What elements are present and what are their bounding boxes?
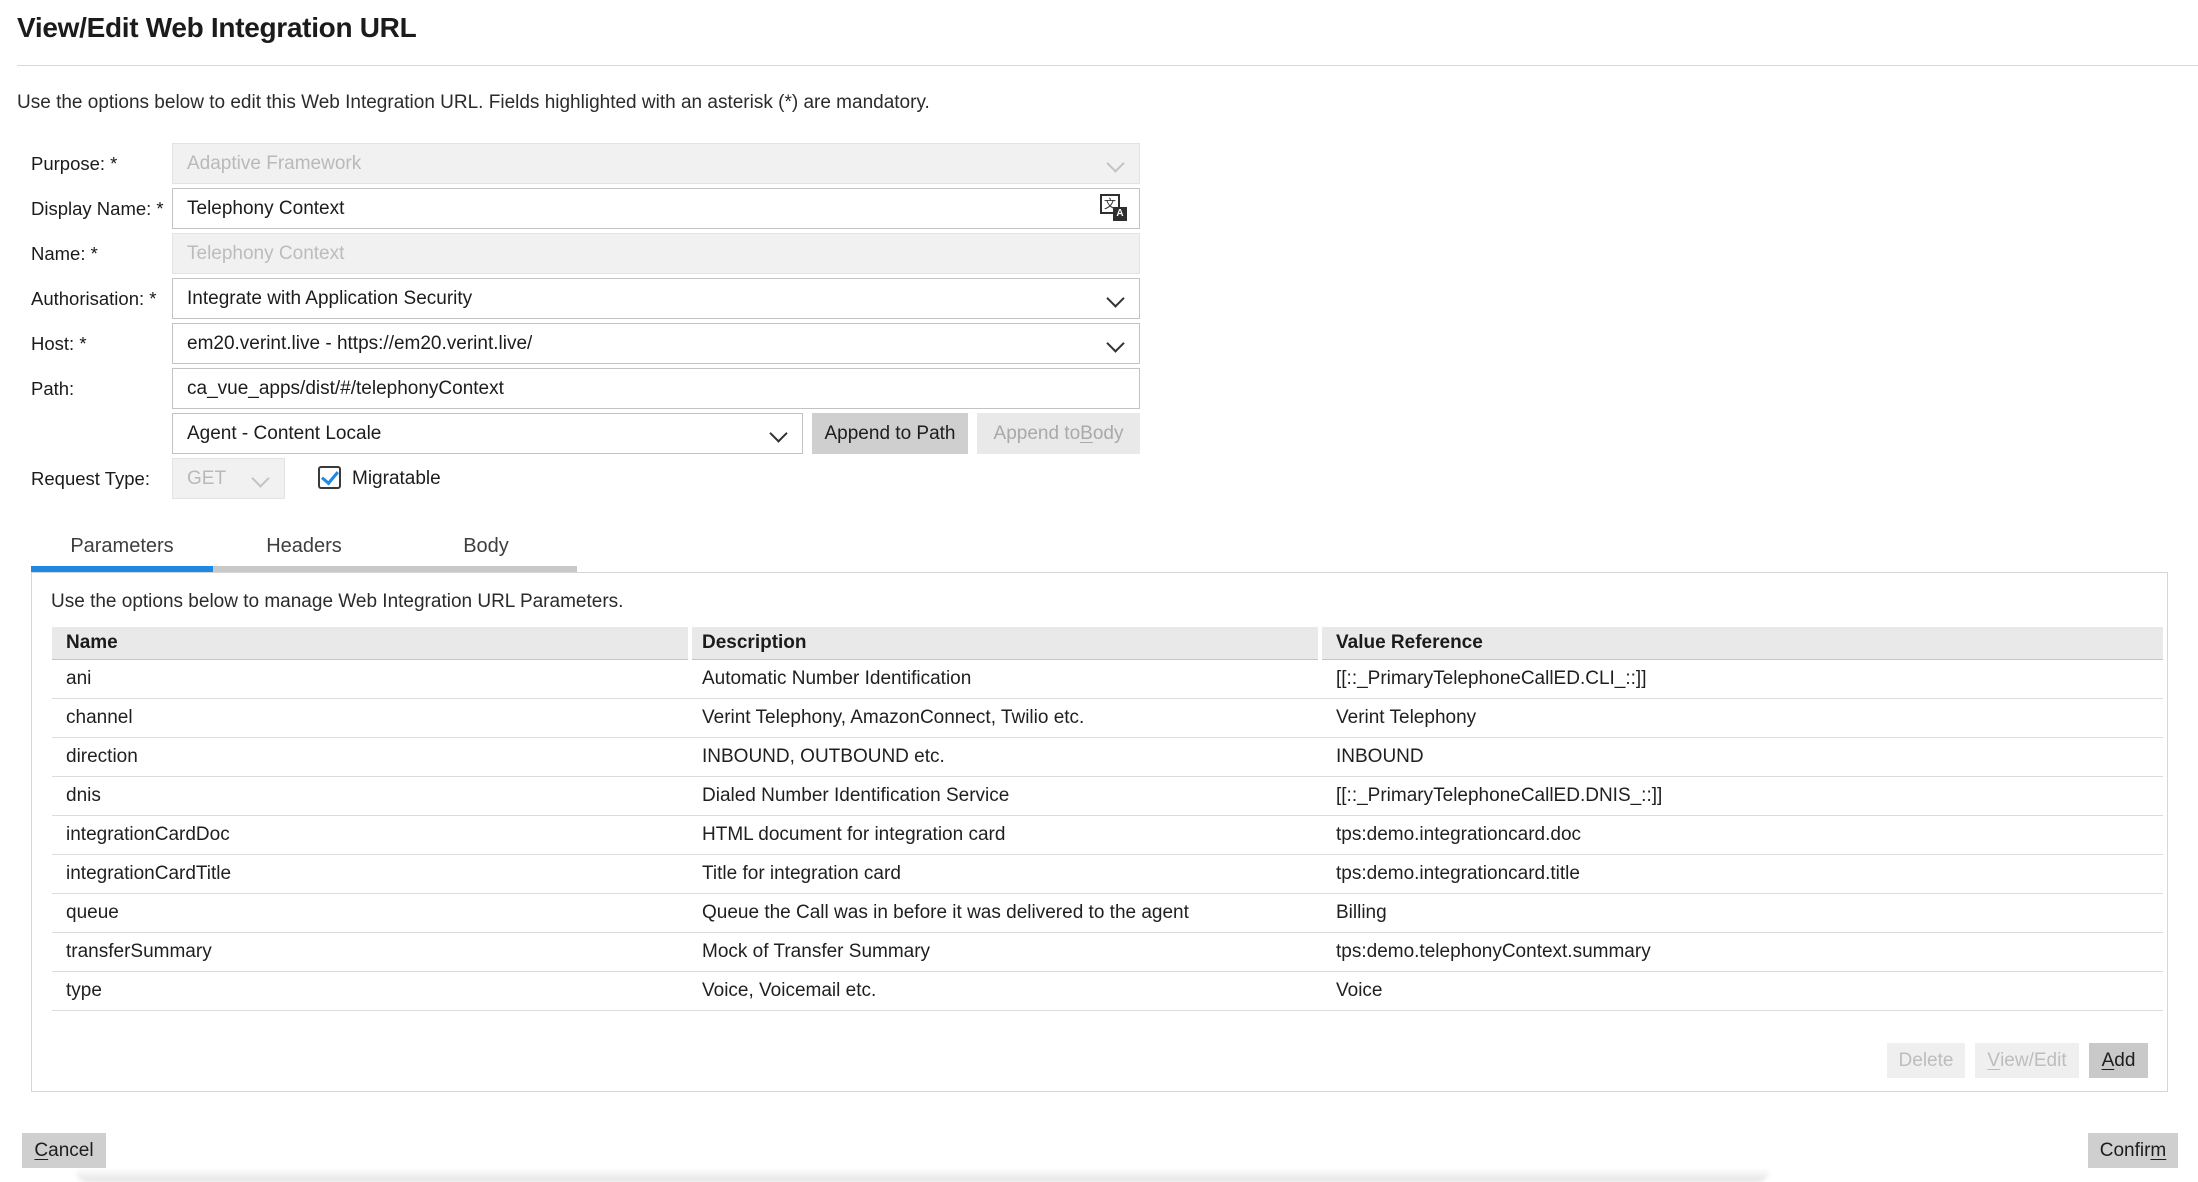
chevron-down-icon <box>251 469 269 487</box>
add-button[interactable]: Add <box>2089 1043 2148 1078</box>
authorisation-value: Integrate with Application Security <box>187 288 472 310</box>
chevron-down-icon <box>1106 334 1124 352</box>
append-variable-value: Agent - Content Locale <box>187 423 381 445</box>
table-row[interactable]: type Voice, Voicemail etc. Voice <box>52 972 2163 1011</box>
tab-body[interactable]: Body <box>395 527 577 573</box>
table-row[interactable]: channel Verint Telephony, AmazonConnect,… <box>52 699 2163 738</box>
authorisation-select[interactable]: Integrate with Application Security <box>172 278 1140 319</box>
column-header-value-reference[interactable]: Value Reference <box>1322 627 2163 660</box>
append-to-path-button[interactable]: Append to Path <box>812 413 968 454</box>
translate-icon[interactable]: 文 A <box>1100 192 1130 224</box>
host-select[interactable]: em20.verint.live - https://em20.verint.l… <box>172 323 1140 364</box>
request-type-label: Request Type: <box>31 458 150 499</box>
parameters-panel: Use the options below to manage Web Inte… <box>31 572 2168 1092</box>
authorisation-label: Authorisation: * <box>31 278 156 319</box>
tab-headers[interactable]: Headers <box>213 527 395 573</box>
path-input[interactable] <box>172 368 1140 409</box>
purpose-select: Adaptive Framework <box>172 143 1140 184</box>
tab-strip: Parameters Headers Body <box>31 527 577 573</box>
append-to-body-button: Append to Body <box>977 413 1140 454</box>
parameters-table: Name Description Value Reference ani Aut… <box>52 627 2163 1011</box>
parameters-instructions: Use the options below to manage Web Inte… <box>51 591 623 613</box>
table-row[interactable]: transferSummary Mock of Transfer Summary… <box>52 933 2163 972</box>
name-input <box>172 233 1140 274</box>
display-name-input[interactable] <box>172 188 1140 229</box>
view-edit-button: View/Edit <box>1975 1043 2079 1078</box>
request-type-value: GET <box>187 468 226 490</box>
migratable-checkbox[interactable] <box>318 466 341 489</box>
purpose-label: Purpose: * <box>31 143 117 184</box>
table-action-buttons: Delete View/Edit Add <box>1887 1043 2148 1078</box>
table-row[interactable]: integrationCardDoc HTML document for int… <box>52 816 2163 855</box>
tab-parameters[interactable]: Parameters <box>31 527 213 573</box>
column-header-description[interactable]: Description <box>692 627 1318 660</box>
name-label: Name: * <box>31 233 98 274</box>
append-variable-select[interactable]: Agent - Content Locale <box>172 413 803 454</box>
dialog-bottom-shadow <box>75 1169 1770 1182</box>
column-header-name[interactable]: Name <box>52 627 688 660</box>
purpose-value: Adaptive Framework <box>187 153 361 175</box>
check-icon <box>321 467 339 486</box>
delete-button: Delete <box>1887 1043 1965 1078</box>
path-label: Path: <box>31 368 74 409</box>
title-divider <box>17 65 2198 66</box>
host-value: em20.verint.live - https://em20.verint.l… <box>187 333 532 355</box>
host-label: Host: * <box>31 323 87 364</box>
chevron-down-icon <box>1106 289 1124 307</box>
table-row[interactable]: integrationCardTitle Title for integrati… <box>52 855 2163 894</box>
request-type-select: GET <box>172 458 285 499</box>
confirm-button[interactable]: Confirm <box>2088 1133 2178 1168</box>
table-row[interactable]: direction INBOUND, OUTBOUND etc. INBOUND <box>52 738 2163 777</box>
page-instructions: Use the options below to edit this Web I… <box>17 92 930 114</box>
display-name-label: Display Name: * <box>31 188 164 229</box>
migratable-label: Migratable <box>352 458 441 499</box>
table-row[interactable]: queue Queue the Call was in before it wa… <box>52 894 2163 933</box>
chevron-down-icon <box>1106 154 1124 172</box>
table-row[interactable]: dnis Dialed Number Identification Servic… <box>52 777 2163 816</box>
table-header-row: Name Description Value Reference <box>52 627 2163 660</box>
translate-a-box: A <box>1113 207 1127 221</box>
page-title: View/Edit Web Integration URL <box>17 12 416 44</box>
chevron-down-icon <box>769 424 787 442</box>
table-row[interactable]: ani Automatic Number Identification [[::… <box>52 660 2163 699</box>
cancel-button[interactable]: Cancel <box>22 1133 106 1168</box>
view-edit-web-integration-url-dialog: View/Edit Web Integration URL Use the op… <box>0 0 2198 1182</box>
